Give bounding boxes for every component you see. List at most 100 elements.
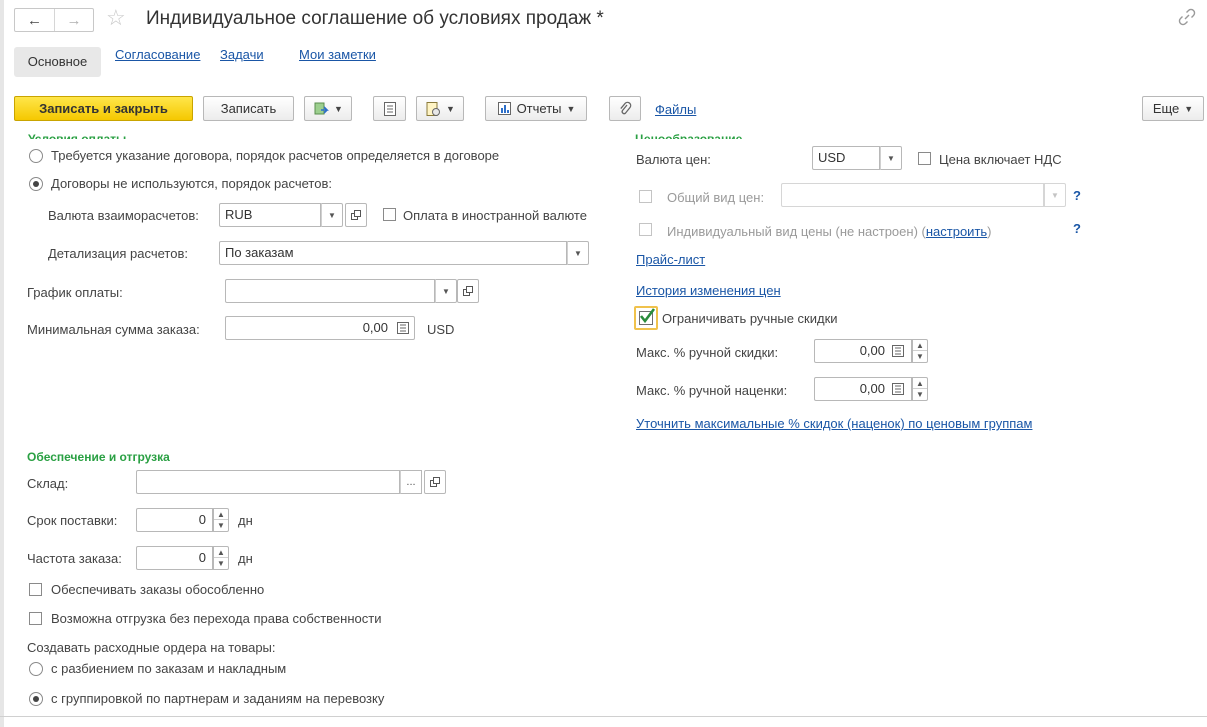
save-button[interactable]: Записать bbox=[203, 96, 294, 121]
tab-approval[interactable]: Согласование bbox=[115, 47, 200, 77]
create-based-on-icon bbox=[314, 102, 329, 114]
warehouse-input[interactable] bbox=[136, 470, 400, 494]
foreign-currency-checkbox[interactable] bbox=[383, 208, 396, 221]
radio-no-contract-label: Договоры не используются, порядок расчет… bbox=[51, 176, 332, 191]
calculator-icon[interactable] bbox=[891, 382, 905, 396]
nav-buttons: ← → bbox=[14, 8, 94, 32]
radio-group-orders-label: с группировкой по партнерам и заданиям н… bbox=[51, 691, 385, 706]
back-arrow-icon[interactable]: ← bbox=[15, 9, 54, 31]
calculator-icon[interactable] bbox=[396, 321, 410, 335]
radio-split-orders-label: с разбиением по заказам и накладным bbox=[51, 661, 287, 676]
save-and-close-button[interactable]: Записать и закрыть bbox=[14, 96, 193, 121]
price-currency-dropdown[interactable]: ▼ bbox=[880, 146, 902, 170]
min-order-unit: USD bbox=[427, 322, 455, 337]
max-markup-spinner[interactable]: ▲ ▼ bbox=[912, 377, 928, 401]
favorite-star-icon[interactable]: ☆ bbox=[106, 4, 126, 32]
open-form-icon bbox=[463, 286, 473, 296]
warehouse-label: Склад: bbox=[27, 476, 69, 491]
link-icon[interactable] bbox=[1176, 6, 1198, 28]
tab-main[interactable]: Основное bbox=[14, 47, 101, 77]
general-price-help-icon[interactable]: ? bbox=[1073, 188, 1081, 203]
price-history-link[interactable]: История изменения цен bbox=[636, 283, 781, 299]
open-form-icon bbox=[430, 477, 440, 487]
warehouse-open-button[interactable] bbox=[424, 470, 446, 494]
no-ownership-transfer-checkbox[interactable] bbox=[29, 612, 42, 625]
document-list-icon bbox=[383, 101, 396, 116]
checkmark-icon bbox=[639, 308, 656, 324]
delivery-term-input[interactable]: 0 bbox=[136, 508, 213, 532]
radio-group-orders[interactable] bbox=[29, 692, 43, 706]
tab-my-notes[interactable]: Мои заметки bbox=[299, 47, 376, 77]
order-frequency-label: Частота заказа: bbox=[27, 551, 122, 566]
pricing-group-title: Ценообразование bbox=[635, 132, 743, 139]
payment-schedule-label: График оплаты: bbox=[27, 285, 123, 300]
radio-no-contract[interactable] bbox=[29, 177, 43, 191]
attach-button[interactable] bbox=[609, 96, 641, 121]
radio-contract-required-label: Требуется указание договора, порядок рас… bbox=[51, 148, 500, 163]
configure-link[interactable]: настроить bbox=[926, 224, 987, 239]
tab-tasks[interactable]: Задачи bbox=[220, 47, 264, 77]
shipping-group-title: Обеспечение и отгрузка bbox=[27, 450, 170, 464]
price-includes-vat-label: Цена включает НДС bbox=[939, 152, 1062, 167]
settlement-detail-input[interactable]: По заказам bbox=[219, 241, 567, 265]
chevron-down-icon: ▼ bbox=[566, 103, 576, 114]
no-ownership-transfer-label: Возможна отгрузка без перехода права соб… bbox=[51, 611, 382, 626]
payment-group-title: Условия оплаты bbox=[28, 132, 127, 139]
order-frequency-spinner[interactable]: ▲ ▼ bbox=[213, 546, 229, 570]
form-bottom-border bbox=[0, 716, 1207, 717]
individual-price-checkbox[interactable] bbox=[639, 223, 652, 236]
price-list-link[interactable]: Прайс-лист bbox=[636, 252, 705, 268]
price-includes-vat-checkbox[interactable] bbox=[918, 152, 931, 165]
settlement-currency-label: Валюта взаиморасчетов: bbox=[48, 208, 199, 223]
more-button[interactable]: Еще ▼ bbox=[1142, 96, 1204, 121]
reports-button[interactable]: Отчеты ▼ bbox=[485, 96, 587, 121]
window-left-border bbox=[0, 0, 4, 727]
payment-schedule-dropdown[interactable]: ▼ bbox=[435, 279, 457, 303]
general-price-type-label: Общий вид цен: bbox=[667, 190, 765, 205]
payment-schedule-input[interactable] bbox=[225, 279, 435, 303]
settlement-currency-input[interactable]: RUB bbox=[219, 203, 321, 227]
price-currency-input[interactable]: USD bbox=[812, 146, 880, 170]
chevron-down-icon: ▼ bbox=[334, 103, 343, 114]
settlement-currency-dropdown[interactable]: ▼ bbox=[321, 203, 343, 227]
order-frequency-input[interactable]: 0 bbox=[136, 546, 213, 570]
max-discount-spinner[interactable]: ▲ ▼ bbox=[912, 339, 928, 363]
settlement-detail-dropdown[interactable]: ▼ bbox=[567, 241, 589, 265]
more-label: Еще bbox=[1152, 101, 1180, 116]
individual-price-help-icon[interactable]: ? bbox=[1073, 221, 1081, 236]
refine-max-discounts-link[interactable]: Уточнить максимальные % скидок (наценок)… bbox=[636, 416, 1032, 432]
settlement-detail-label: Детализация расчетов: bbox=[48, 246, 188, 261]
max-discount-label: Макс. % ручной скидки: bbox=[636, 345, 779, 360]
general-price-type-checkbox[interactable] bbox=[639, 190, 652, 203]
reports-label: Отчеты bbox=[516, 101, 562, 116]
order-frequency-unit: дн bbox=[238, 551, 253, 566]
settlement-currency-open-button[interactable] bbox=[345, 203, 367, 227]
create-based-on-button[interactable]: ▼ bbox=[304, 96, 352, 121]
create-orders-label: Создавать расходные ордера на товары: bbox=[27, 640, 276, 655]
delivery-term-spinner[interactable]: ▲ ▼ bbox=[213, 508, 229, 532]
delivery-term-label: Срок поставки: bbox=[27, 513, 118, 528]
limit-manual-discounts-checkbox[interactable] bbox=[634, 306, 658, 330]
radio-split-orders[interactable] bbox=[29, 662, 43, 676]
forward-arrow-icon[interactable]: → bbox=[54, 9, 93, 31]
open-form-icon bbox=[351, 210, 361, 220]
general-price-type-dropdown[interactable]: ▼ bbox=[1044, 183, 1066, 207]
calculator-icon[interactable] bbox=[891, 344, 905, 358]
radio-contract-required[interactable] bbox=[29, 149, 43, 163]
min-order-input[interactable]: 0,00 bbox=[225, 316, 415, 340]
print-menu-button[interactable]: ▼ bbox=[416, 96, 464, 121]
document-list-button[interactable] bbox=[373, 96, 406, 121]
foreign-currency-label: Оплата в иностранной валюте bbox=[403, 208, 587, 223]
general-price-type-input[interactable] bbox=[781, 183, 1044, 207]
limit-manual-discounts-label: Ограничивать ручные скидки bbox=[662, 311, 838, 326]
reports-icon bbox=[497, 102, 511, 115]
window-title: Индивидуальное соглашение об условиях пр… bbox=[146, 8, 604, 29]
price-currency-label: Валюта цен: bbox=[636, 152, 711, 167]
chevron-down-icon: ▼ bbox=[446, 103, 455, 114]
warehouse-select-button[interactable]: ... bbox=[400, 470, 422, 494]
files-link[interactable]: Файлы bbox=[655, 102, 696, 118]
payment-schedule-open-button[interactable] bbox=[457, 279, 479, 303]
separate-provision-checkbox[interactable] bbox=[29, 583, 42, 596]
delivery-term-unit: дн bbox=[238, 513, 253, 528]
chevron-down-icon: ▼ bbox=[1184, 103, 1194, 114]
